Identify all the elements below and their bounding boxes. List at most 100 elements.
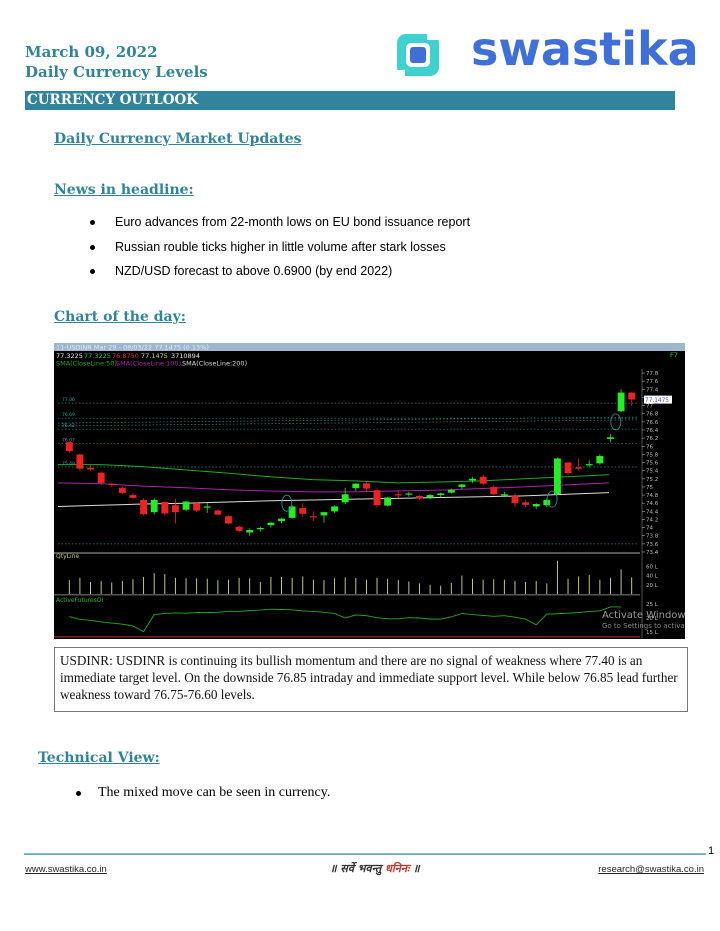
usdinr-chart: 11-USDINR Mar 29 - 08/03/22 77.1475 (0.1… — [54, 343, 685, 639]
chart-title: 11-USDINR Mar 29 - 08/03/22 77.1475 (0.1… — [56, 344, 209, 352]
level-label: 77.06 — [62, 397, 75, 403]
candle-body — [235, 526, 243, 531]
price-tick-label: 74.2 — [646, 517, 658, 523]
technical-heading: Technical View: — [38, 750, 160, 766]
candle-body — [479, 476, 487, 484]
oi-panel-label: ActiveFuturesOI — [56, 597, 104, 604]
candle-body — [394, 494, 402, 496]
price-tick-label: 76.4 — [646, 428, 659, 434]
candle-body — [437, 493, 445, 496]
level-label: 76.42 — [62, 423, 75, 429]
candle-body — [193, 503, 201, 511]
oi-tick-label: 25 L — [646, 602, 659, 608]
corner-tag: F7 — [670, 351, 678, 359]
candle-body — [150, 499, 158, 513]
candle-body — [331, 506, 339, 512]
price-tick-label: 75.2 — [646, 477, 658, 483]
candle-body — [522, 502, 530, 505]
candle-body — [384, 497, 392, 506]
website-link[interactable]: www.swastika.co.in — [25, 864, 107, 875]
price-tick-label: 75.6 — [646, 461, 659, 467]
qty-tick-label: 60 L — [646, 564, 659, 570]
logo-mark-icon — [397, 34, 439, 76]
candle-body — [299, 508, 307, 514]
news-item: NZD/USD forecast to above 0.6900 (by end… — [90, 259, 470, 284]
candle-body — [341, 494, 349, 503]
candle-body — [585, 464, 593, 466]
candle-body — [246, 530, 254, 533]
highlight-ellipse — [546, 490, 558, 508]
candle-body — [532, 504, 540, 507]
report-date: March 09, 2022 — [25, 43, 158, 61]
qty-panel-label: QtyLine — [56, 553, 79, 560]
price-tick-label: 75.8 — [646, 452, 659, 458]
candle-body — [458, 484, 466, 487]
candle-body — [225, 516, 232, 524]
level-label: 76.69 — [62, 412, 75, 418]
candle-body — [416, 495, 423, 499]
candle-body — [256, 528, 264, 530]
candle-body — [171, 505, 179, 513]
price-tick-label: 77.6 — [646, 379, 659, 385]
candle-body — [362, 483, 370, 489]
candle-body — [628, 392, 636, 400]
candle-body — [617, 392, 625, 412]
candle-body — [278, 518, 285, 522]
candle-body — [97, 472, 105, 483]
price-tick-label: 74.8 — [646, 493, 659, 499]
email-link[interactable]: research@swastika.co.in — [598, 864, 704, 875]
qty-tick-label: 20 L — [646, 583, 659, 589]
sma100-line — [57, 482, 610, 493]
panel-separator — [54, 594, 640, 596]
price-tick-label: 76.2 — [646, 436, 658, 442]
news-item: Euro advances from 22-month lows on EU b… — [90, 210, 470, 235]
price-tick-label: 75.4 — [646, 469, 659, 475]
oi-line — [69, 606, 622, 633]
bullet-icon — [90, 269, 95, 274]
candle-body — [267, 522, 275, 526]
section-bar: CURRENCY OUTLOOK — [25, 91, 675, 110]
legend-sma200: SMA(CloseLine:200) — [182, 360, 247, 368]
candle-body — [309, 516, 317, 518]
price-tick-label: 73.8 — [646, 534, 659, 540]
chart-canvas: 11-USDINR Mar 29 - 08/03/22 77.1475 (0.1… — [54, 343, 685, 638]
watermark-title: Activate Windows — [602, 610, 685, 621]
candle-body — [500, 494, 508, 496]
watermark-subtitle: Go to Settings to activate — [602, 622, 685, 630]
candle-body — [76, 454, 84, 469]
footer-motto: ॥ सर्वे भवन्तु धनिनः ॥ — [330, 862, 420, 875]
bullet-icon — [76, 791, 81, 796]
candle-body — [140, 499, 148, 515]
candle-body — [426, 495, 434, 498]
legend-sma50: SMA(CloseLine:50), — [56, 360, 119, 368]
commentary-box: USDINR: USDINR is continuing its bullish… — [54, 647, 688, 712]
price-tick-label: 76.6 — [646, 420, 659, 426]
last-price-tag: 77.1475 — [645, 398, 669, 404]
price-tick-label: 77 — [646, 404, 653, 410]
oi-tick-label: 15 L — [646, 630, 659, 636]
price-tick-label: 73.6 — [646, 542, 659, 548]
report-subtitle: Daily Currency Levels — [25, 63, 208, 81]
candle-body — [108, 483, 116, 485]
footer-rule — [24, 853, 706, 855]
legend-sma100: SMA(CloseLine:100), — [116, 360, 183, 368]
section-bar-label: CURRENCY OUTLOOK — [27, 92, 198, 108]
candle-body — [564, 462, 572, 474]
bullet-icon — [90, 220, 95, 225]
candle-body — [288, 506, 296, 518]
candle-body — [161, 501, 169, 514]
candle-body — [469, 478, 476, 481]
price-tick-label: 76.8 — [646, 412, 659, 418]
panel-separator — [54, 552, 640, 554]
candle-body — [87, 467, 94, 470]
highlight-ellipse — [281, 494, 293, 512]
page-number: 1 — [708, 845, 715, 857]
candle-body — [511, 495, 519, 504]
chart-heading: Chart of the day: — [54, 309, 186, 325]
candle-body — [575, 467, 583, 469]
trend-line — [57, 419, 640, 427]
technical-item: The mixed move can be seen in currency. — [76, 785, 330, 801]
swastika-logo: swastika — [393, 22, 699, 82]
candle-body — [405, 493, 413, 495]
highlight-ellipse — [610, 413, 622, 431]
